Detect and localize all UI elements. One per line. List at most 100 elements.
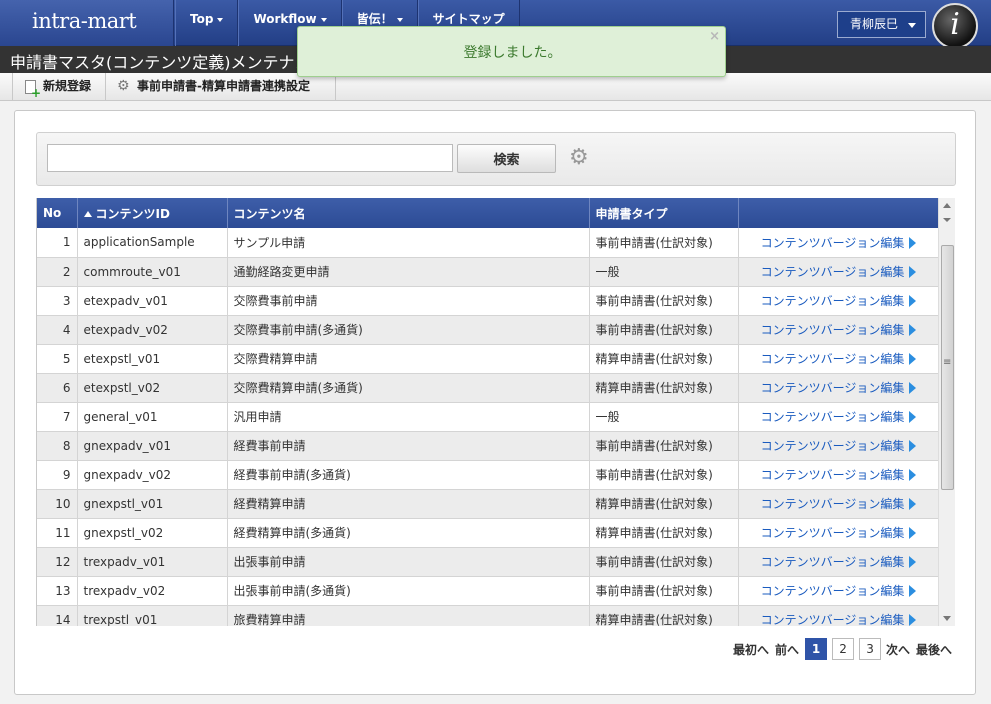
user-name: 青柳辰巳 [850,17,899,31]
scroll-down-arrow-icon[interactable] [943,616,951,621]
arrow-right-icon[interactable] [909,440,917,452]
cell-no: 6 [37,373,78,403]
cell-content-id: gnexpstl_v01 [77,489,228,519]
table-row[interactable]: 2 commroute_v01 通勤経路変更申請 一般 コンテンツバージョン編集 [37,257,940,287]
new-registration-button[interactable]: 新規登録 [12,73,106,101]
arrow-right-icon[interactable] [909,498,917,510]
edit-content-version-link[interactable]: コンテンツバージョン編集 [761,555,905,569]
pager-first[interactable]: 最初へ [733,641,769,658]
cell-content-name: 交際費事前申請 [227,286,590,316]
edit-content-version-link[interactable]: コンテンツバージョン編集 [761,410,905,424]
column-header-application-type[interactable]: 申請書タイプ [589,198,739,228]
table-row[interactable]: 5 etexpstl_v01 交際費精算申請 精算申請書(仕訳対象) コンテンツバージョ… [37,344,940,374]
search-input[interactable] [47,144,453,172]
success-toast: 登録しました。 × [297,26,726,77]
info-icon[interactable]: i [932,3,978,49]
cell-content-id: etexpadv_v02 [77,315,228,345]
edit-content-version-link[interactable]: コンテンツバージョン編集 [761,381,905,395]
chevron-down-icon [908,23,916,28]
pager-page-2[interactable]: 2 [832,638,855,660]
arrow-right-icon[interactable] [909,353,917,365]
link-settings-label: 事前申請書-精算申請書連携設定 [137,79,310,93]
cell-no: 4 [37,315,78,345]
table-row[interactable]: 7 general_v01 汎用申請 一般 コンテンツバージョン編集 [37,402,940,432]
page-title: 申請書マスタ(コンテンツ定義)メンテナンス [10,53,327,72]
cell-content-name: 経費精算申請(多通貨) [227,518,590,548]
user-menu-button[interactable]: 青柳辰巳 [837,11,926,38]
pager-page-3[interactable]: 3 [859,638,882,660]
table-row[interactable]: 4 etexpadv_v02 交際費事前申請(多通貨) 事前申請書(仕訳対象) コンテン… [37,315,940,345]
cell-action: コンテンツバージョン編集 [738,547,940,577]
edit-content-version-link[interactable]: コンテンツバージョン編集 [761,236,905,250]
edit-content-version-link[interactable]: コンテンツバージョン編集 [761,468,905,482]
cell-no: 9 [37,460,78,490]
table-row[interactable]: 8 gnexpadv_v01 経費事前申請 事前申請書(仕訳対象) コンテンツバージョン… [37,431,940,461]
arrow-right-icon[interactable] [909,469,917,481]
table-row[interactable]: 3 etexpadv_v01 交際費事前申請 事前申請書(仕訳対象) コンテンツバージョ… [37,286,940,316]
table-row[interactable]: 14 trexpstl_v01 旅費精算申請 精算申請書(仕訳対象) コンテンツバージョ… [37,605,940,626]
table-row[interactable]: 9 gnexpadv_v02 経費事前申請(多通貨) 事前申請書(仕訳対象) コンテンツ… [37,460,940,490]
edit-content-version-link[interactable]: コンテンツバージョン編集 [761,613,905,626]
cell-application-type: 事前申請書(仕訳対象) [589,547,739,577]
edit-content-version-link[interactable]: コンテンツバージョン編集 [761,265,905,279]
pager-next[interactable]: 次へ [886,641,910,658]
cell-content-id: gnexpadv_v01 [77,431,228,461]
arrow-right-icon[interactable] [909,556,917,568]
cell-action: コンテンツバージョン編集 [738,431,940,461]
search-button[interactable]: 検索 [457,144,556,173]
table-row[interactable]: 6 etexpstl_v02 交際費精算申請(多通貨) 精算申請書(仕訳対象) コンテン… [37,373,940,403]
arrow-right-icon[interactable] [909,295,917,307]
cell-action: コンテンツバージョン編集 [738,344,940,374]
arrow-right-icon[interactable] [909,266,917,278]
link-settings-button[interactable]: ⚙ 事前申請書-精算申請書連携設定 [106,73,336,101]
table-scrollbar[interactable] [938,198,955,626]
edit-content-version-link[interactable]: コンテンツバージョン編集 [761,352,905,366]
cell-content-id: trexpadv_v01 [77,547,228,577]
intra-mart-logo[interactable]: intra-mart [0,0,174,46]
pager-prev[interactable]: 前へ [775,641,799,658]
edit-content-version-link[interactable]: コンテンツバージョン編集 [761,439,905,453]
toast-message: 登録しました。 [463,45,562,61]
cell-application-type: 事前申請書(仕訳対象) [589,431,739,461]
arrow-right-icon[interactable] [909,382,917,394]
search-settings-gear-icon[interactable]: ⚙ [569,146,589,170]
arrow-right-icon[interactable] [909,614,917,626]
cell-content-id: trexpadv_v02 [77,576,228,606]
gear-icon: ⚙ [117,78,130,94]
cell-no: 10 [37,489,78,519]
arrow-right-icon[interactable] [909,324,917,336]
cell-action: コンテンツバージョン編集 [738,286,940,316]
table-row[interactable]: 12 trexpadv_v01 出張事前申請 事前申請書(仕訳対象) コンテンツバージョ… [37,547,940,577]
cell-content-id: etexpadv_v01 [77,286,228,316]
edit-content-version-link[interactable]: コンテンツバージョン編集 [761,584,905,598]
table-row[interactable]: 1 applicationSample サンプル申請 事前申請書(仕訳対象) コンテンツ… [37,228,940,258]
edit-content-version-link[interactable]: コンテンツバージョン編集 [761,323,905,337]
pager-page-1[interactable]: 1 [805,638,828,660]
scrollbar-thumb[interactable] [941,245,954,490]
cell-application-type: 精算申請書(仕訳対象) [589,373,739,403]
column-header-no[interactable]: No [37,198,78,228]
cell-action: コンテンツバージョン編集 [738,315,940,345]
arrow-right-icon[interactable] [909,236,917,249]
cell-content-name: 経費事前申請(多通貨) [227,460,590,490]
cell-application-type: 事前申請書(仕訳対象) [589,286,739,316]
column-header-content-name[interactable]: コンテンツ名 [227,198,590,228]
table-row[interactable]: 13 trexpadv_v02 出張事前申請(多通貨) 事前申請書(仕訳対象) コンテン… [37,576,940,606]
edit-content-version-link[interactable]: コンテンツバージョン編集 [761,526,905,540]
scroll-up-arrow-icon[interactable] [943,203,951,208]
column-header-action [738,198,940,228]
scroll-header-arrow-icon [943,218,951,222]
edit-content-version-link[interactable]: コンテンツバージョン編集 [761,497,905,511]
cell-action: コンテンツバージョン編集 [738,576,940,606]
edit-content-version-link[interactable]: コンテンツバージョン編集 [761,294,905,308]
nav-item-0[interactable]: Top [175,0,239,46]
close-icon[interactable]: × [709,29,720,44]
arrow-right-icon[interactable] [909,411,917,423]
arrow-right-icon[interactable] [909,527,917,539]
table-row[interactable]: 10 gnexpstl_v01 経費精算申請 精算申請書(仕訳対象) コンテンツバージョ… [37,489,940,519]
arrow-right-icon[interactable] [909,585,917,597]
column-header-content-id[interactable]: コンテンツID [77,198,228,228]
pager-last[interactable]: 最後へ [916,641,952,658]
content-panel: 検索 ⚙ No コンテンツID コンテンツ名 申請書タイプ 1 applicati… [14,110,976,695]
table-row[interactable]: 11 gnexpstl_v02 経費精算申請(多通貨) 精算申請書(仕訳対象) コンテン… [37,518,940,548]
